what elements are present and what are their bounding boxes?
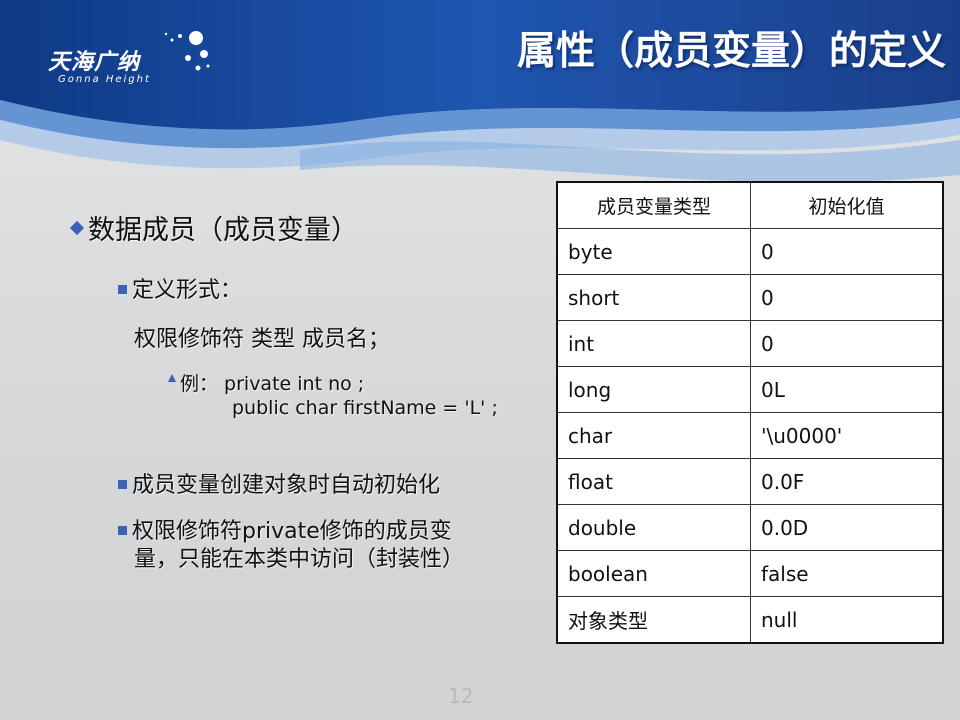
- bullet-data-members: 数据成员（成员变量）: [69, 208, 358, 247]
- table-header-initial-value: 初始化值: [750, 181, 944, 229]
- table-row: float 0.0F: [556, 458, 944, 505]
- table-cell-type: int: [556, 320, 751, 367]
- bullet-auto-init-text: 成员变量创建对象时自动初始化: [132, 473, 441, 498]
- bullet-definition-form: 定义形式：: [118, 272, 242, 304]
- table-cell-type: float: [556, 458, 751, 505]
- table-cell-type: byte: [556, 228, 751, 275]
- table-row: long 0L: [556, 366, 944, 413]
- square-bullet-icon: [118, 526, 127, 535]
- table-cell-value: '\u0000': [750, 412, 944, 459]
- table-cell-type: 对象类型: [556, 596, 751, 644]
- page-number: 12: [448, 684, 474, 708]
- table-cell-type: char: [556, 412, 751, 459]
- slide: 天海广纳 Gonna Height 属性（成员变量）的定义 数据成员（成员变量）…: [0, 0, 960, 720]
- square-bullet-icon: [118, 285, 127, 294]
- table-cell-value: 0.0F: [750, 458, 944, 505]
- table-cell-type: short: [556, 274, 751, 321]
- triangle-bullet-icon: [168, 374, 176, 382]
- table-row: byte 0: [556, 228, 944, 275]
- diamond-bullet-icon: [69, 220, 85, 236]
- table-cell-value: 0: [750, 320, 944, 367]
- table-cell-value: 0: [750, 228, 944, 275]
- content-area: 数据成员（成员变量） 定义形式： 权限修饰符 类型 成员名； 例： privat…: [0, 0, 560, 720]
- bullet-main-text: 数据成员（成员变量）: [88, 215, 358, 246]
- example-line-1: 例： private int no ;: [180, 373, 365, 395]
- bullet-auto-init: 成员变量创建对象时自动初始化: [118, 467, 440, 499]
- table-cell-type: long: [556, 366, 751, 413]
- default-values-table: 成员变量类型 初始化值 byte 0 short 0 int 0 long 0L cha…: [556, 181, 944, 644]
- table-row: double 0.0D: [556, 504, 944, 551]
- bullet-example: 例： private int no ; public char firstNam…: [168, 372, 498, 420]
- table-cell-value: null: [750, 596, 944, 644]
- table-cell-value: 0: [750, 274, 944, 321]
- table-header-type: 成员变量类型: [556, 181, 751, 229]
- bullet-private-line-1: 权限修饰符private修饰的成员变: [132, 519, 452, 544]
- table-cell-value: 0.0D: [750, 504, 944, 551]
- square-bullet-icon: [118, 480, 127, 489]
- example-line-2: public char firstName = 'L' ;: [232, 397, 498, 419]
- bullet-private-modifier: 权限修饰符private修饰的成员变 量，只能在本类中访问（封装性）: [118, 518, 464, 574]
- table-cell-value: false: [750, 550, 944, 597]
- syntax-line: 权限修饰符 类型 成员名；: [134, 327, 390, 352]
- table-cell-value: 0L: [750, 366, 944, 413]
- table-row: boolean false: [556, 550, 944, 597]
- table-row: short 0: [556, 274, 944, 321]
- table-row: char '\u0000': [556, 412, 944, 459]
- bullet-private-line-2: 量，只能在本类中访问（封装性）: [134, 547, 465, 572]
- slide-title: 属性（成员变量）的定义: [516, 29, 946, 74]
- table-cell-type: double: [556, 504, 751, 551]
- table-header-row: 成员变量类型 初始化值: [556, 181, 944, 229]
- bullet-define-text: 定义形式：: [132, 278, 243, 303]
- table-cell-type: boolean: [556, 550, 751, 597]
- table-row: 对象类型 null: [556, 596, 944, 644]
- table-row: int 0: [556, 320, 944, 367]
